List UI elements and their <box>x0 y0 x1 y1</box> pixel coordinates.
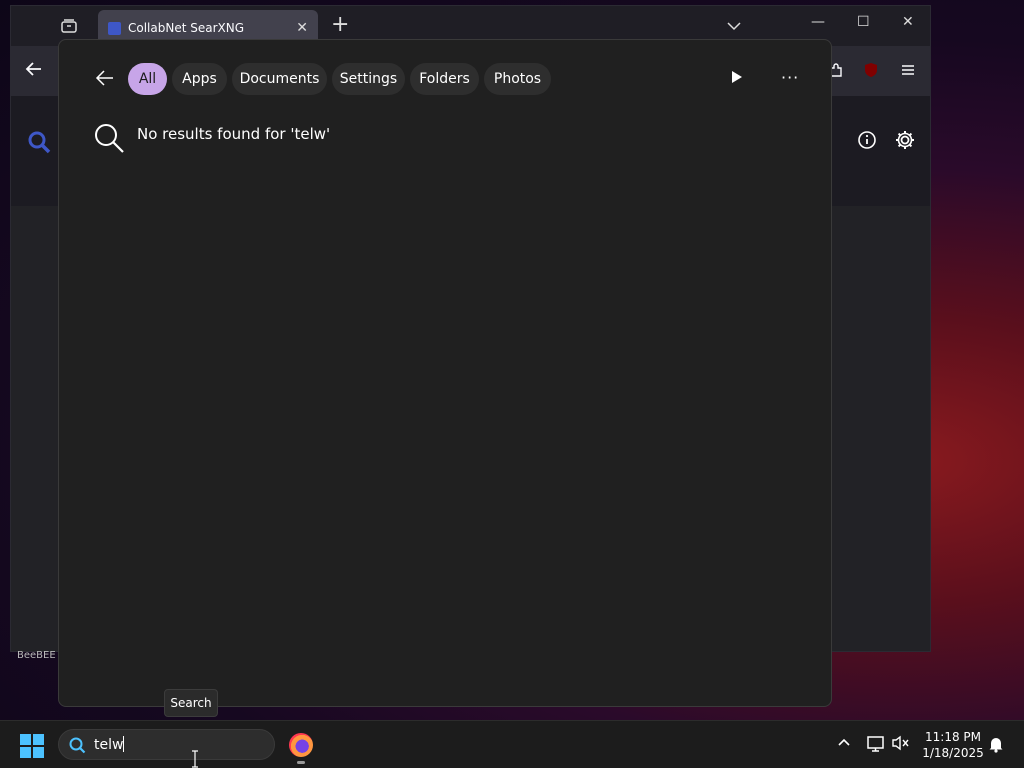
clock[interactable]: 11:18 PM 1/18/2025 <box>918 729 988 761</box>
new-tab-icon[interactable]: + <box>331 12 349 37</box>
running-indicator <box>297 761 305 764</box>
close-window-icon[interactable]: ✕ <box>902 14 914 30</box>
more-options-icon[interactable]: ··· <box>781 68 799 87</box>
filter-folders[interactable]: Folders <box>410 63 479 95</box>
back-arrow-icon[interactable] <box>95 68 115 88</box>
search-input[interactable]: telw <box>94 736 125 753</box>
minimize-icon[interactable]: — <box>811 14 825 30</box>
play-icon[interactable] <box>731 70 743 84</box>
firefox-icon[interactable] <box>289 733 313 757</box>
search-flyout: All Apps Documents Settings Folders Phot… <box>58 39 832 707</box>
ublock-icon[interactable] <box>863 62 879 78</box>
taskbar: telw 11:18 PM 1/18/2025 <box>0 720 1024 768</box>
clock-time: 11:18 PM <box>925 730 981 744</box>
taskbar-search-box[interactable]: telw <box>58 729 275 760</box>
filter-apps[interactable]: Apps <box>172 63 227 95</box>
page-footer-text: BeeBEE <box>17 650 56 661</box>
show-hidden-icons-chevron-icon[interactable] <box>837 735 851 749</box>
tab-list-icon[interactable] <box>59 16 79 36</box>
gear-icon[interactable] <box>894 129 916 151</box>
search-icon <box>68 736 86 754</box>
chevron-down-icon[interactable] <box>726 18 742 34</box>
searxng-favicon <box>108 22 121 35</box>
network-icon[interactable] <box>866 735 886 753</box>
search-tooltip: Search <box>164 689 218 717</box>
search-query: telw <box>94 737 124 753</box>
search-icon <box>93 122 125 154</box>
tab-title: CollabNet SearXNG <box>128 21 245 35</box>
windows-start-icon[interactable] <box>20 734 44 758</box>
no-results-message: No results found for 'telw' <box>137 125 331 143</box>
notification-bell-icon[interactable] <box>988 735 1004 753</box>
ibeam-cursor-icon <box>191 750 199 768</box>
back-arrow-icon[interactable] <box>25 60 43 78</box>
searxng-logo-icon[interactable] <box>27 130 51 154</box>
filter-settings[interactable]: Settings <box>332 63 405 95</box>
filter-documents[interactable]: Documents <box>232 63 327 95</box>
clock-date: 1/18/2025 <box>922 746 984 760</box>
filter-photos[interactable]: Photos <box>484 63 551 95</box>
maximize-icon[interactable]: ☐ <box>857 14 870 30</box>
filter-all[interactable]: All <box>128 63 167 95</box>
menu-icon[interactable] <box>900 62 916 78</box>
text-caret <box>123 736 125 752</box>
info-icon[interactable] <box>857 130 877 150</box>
volume-muted-icon[interactable] <box>891 735 911 751</box>
